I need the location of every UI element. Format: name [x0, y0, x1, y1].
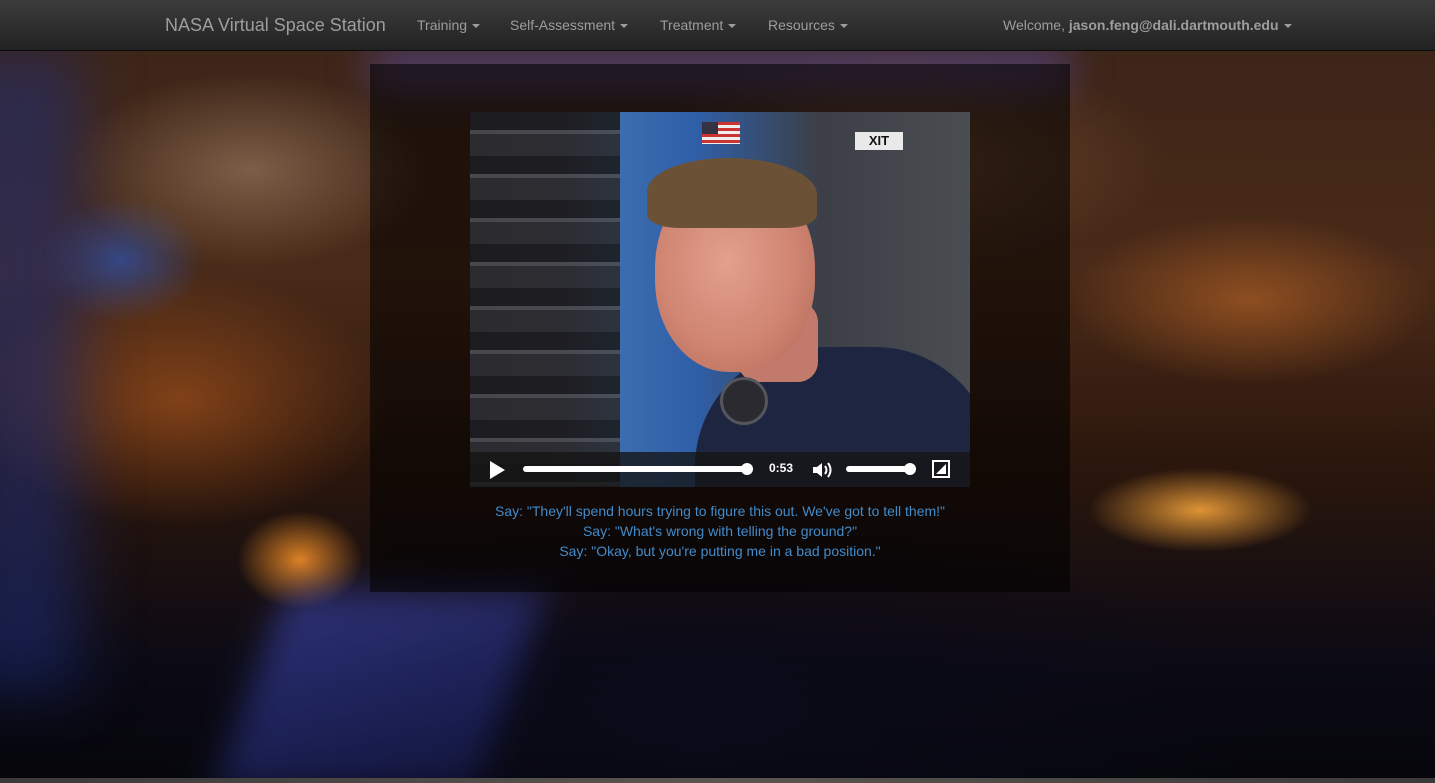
video-frame: XIT [470, 112, 970, 487]
volume-icon[interactable] [812, 461, 834, 479]
dialog-options: Say: "They'll spend hours trying to figu… [370, 501, 1070, 561]
user-menu-dropdown[interactable]: Welcome, jason.feng@dali.dartmouth.edu [1003, 17, 1292, 33]
user-email: jason.feng@dali.dartmouth.edu [1068, 17, 1279, 33]
nav-training-label: Training [417, 17, 468, 33]
nav-self-assessment-label: Self-Assessment [510, 17, 616, 33]
video-controls-bar: 0:53 [470, 452, 970, 487]
dialog-option-2[interactable]: Say: "What's wrong with telling the grou… [370, 521, 1070, 541]
caret-down-icon [472, 24, 481, 29]
seek-handle[interactable] [741, 463, 753, 475]
nav-resources-label: Resources [768, 17, 835, 33]
flag-image [702, 122, 740, 144]
caret-down-icon [620, 24, 629, 29]
dialog-option-1[interactable]: Say: "They'll spend hours trying to figu… [370, 501, 1070, 521]
welcome-prefix: Welcome, [1003, 17, 1069, 33]
brand-link[interactable]: NASA Virtual Space Station [165, 15, 386, 36]
volume-handle[interactable] [903, 463, 916, 475]
nav-resources-dropdown[interactable]: Resources [768, 17, 848, 33]
dialog-option-3[interactable]: Say: "Okay, but you're putting me in a b… [370, 541, 1070, 561]
nav-treatment-dropdown[interactable]: Treatment [660, 17, 737, 33]
scenario-panel: XIT 0:53 Say: "They'll spend hours tryin… [370, 64, 1070, 592]
caret-down-icon [1283, 24, 1292, 29]
bottom-edge [0, 778, 1435, 783]
caret-down-icon [728, 24, 737, 29]
caret-down-icon [839, 24, 848, 29]
time-display: 0:53 [769, 461, 794, 475]
navbar: NASA Virtual Space Station Training Self… [0, 0, 1435, 51]
nav-treatment-label: Treatment [660, 17, 724, 33]
exit-sign: XIT [855, 132, 903, 150]
video-player[interactable]: XIT 0:53 [470, 112, 970, 487]
play-icon[interactable] [490, 461, 505, 479]
seek-slider[interactable] [523, 463, 753, 475]
nav-training-dropdown[interactable]: Training [417, 17, 481, 33]
fullscreen-icon[interactable] [932, 460, 950, 478]
volume-slider[interactable] [846, 463, 916, 475]
nav-self-assessment-dropdown[interactable]: Self-Assessment [510, 17, 629, 33]
